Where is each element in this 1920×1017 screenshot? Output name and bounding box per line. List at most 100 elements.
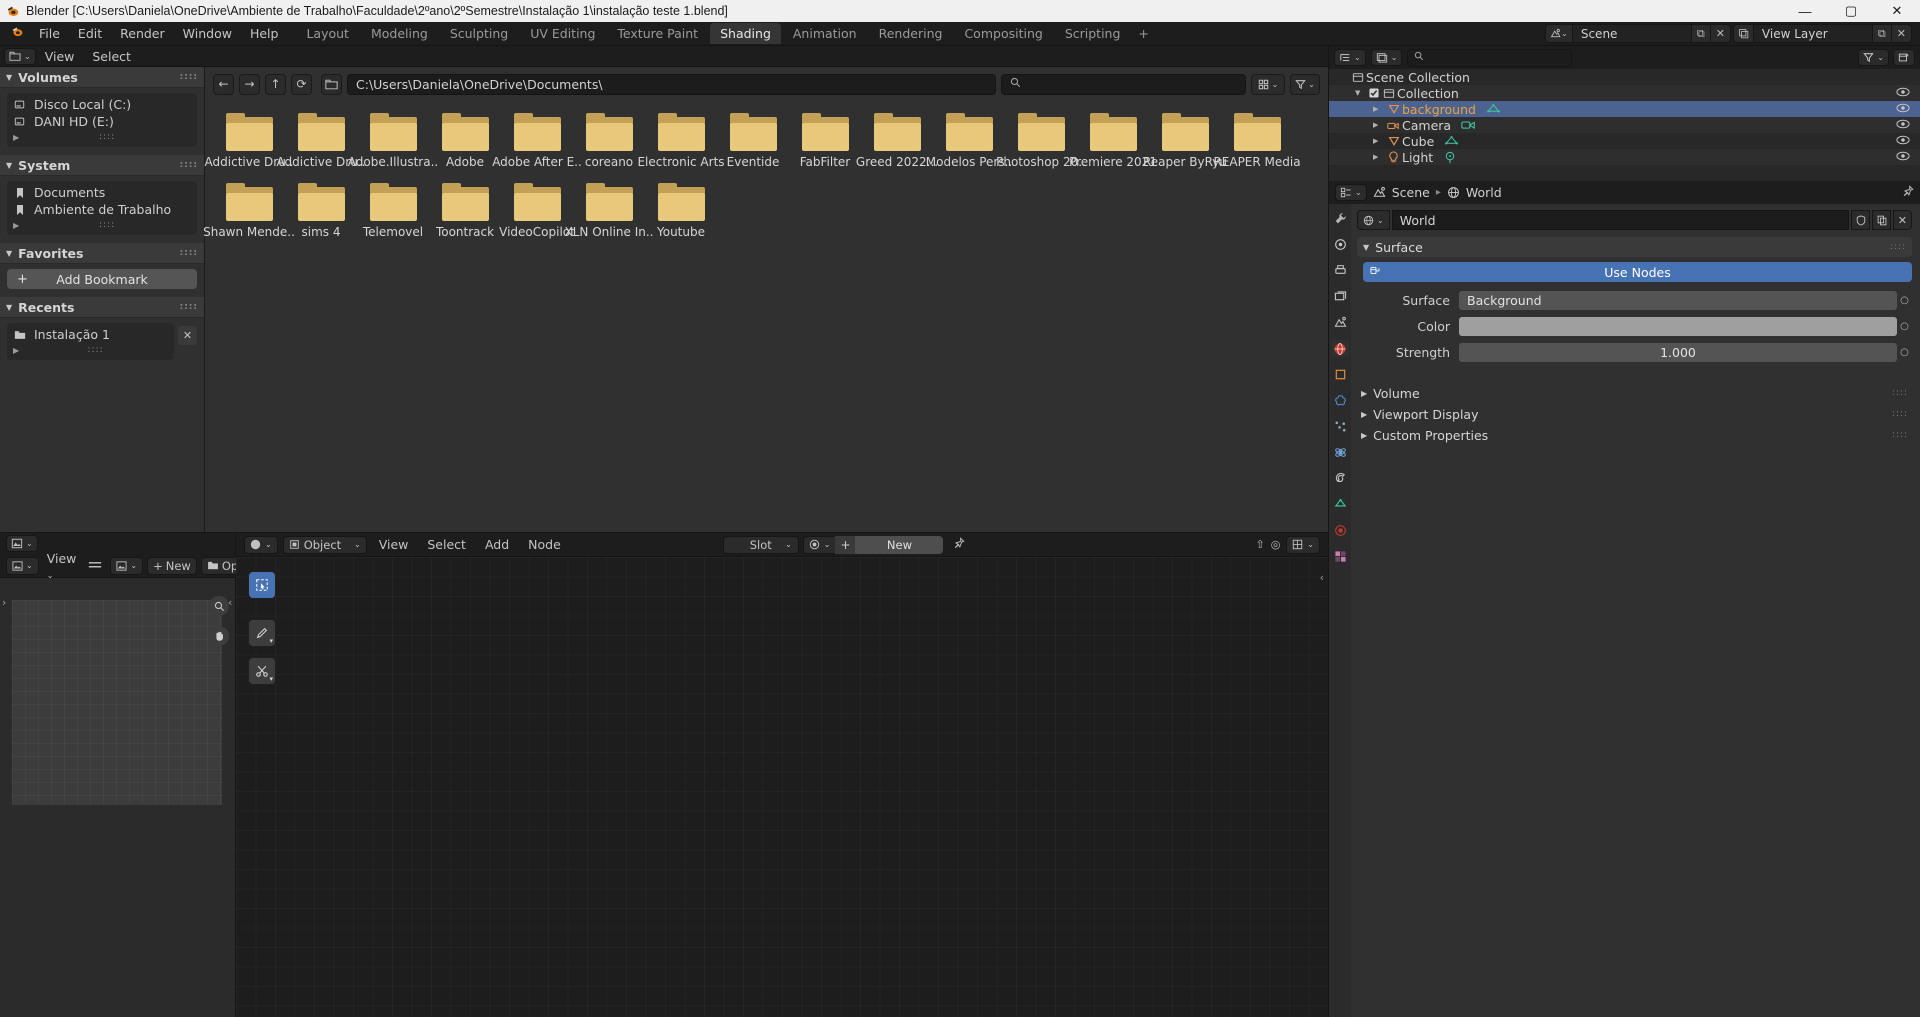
surface-panel-header[interactable]: ▼ Surface :::: — [1357, 237, 1912, 257]
blender-menu-icon[interactable] — [4, 25, 30, 42]
annotate-tool-button[interactable]: ▾ — [248, 619, 276, 647]
duplicate-icon[interactable] — [1872, 210, 1891, 230]
file-item[interactable]: Greed 2022... — [856, 113, 938, 169]
shield-icon[interactable] — [1851, 210, 1870, 230]
new-material-button[interactable]: New — [855, 535, 944, 554]
outliner-row-cube[interactable]: ▶ Cube — [1329, 133, 1920, 149]
volume-item-c[interactable]: Disco Local (C:) — [7, 96, 197, 113]
refresh-button[interactable]: ⟳ — [291, 73, 312, 95]
scene-selector[interactable]: ⌄ Scene ⧉ ✕ — [1545, 24, 1731, 43]
delete-scene-button[interactable]: ✕ — [1710, 24, 1731, 43]
physics-tab[interactable] — [1331, 444, 1349, 461]
image-sidebar-arrow[interactable]: › — [2, 596, 6, 609]
disclosure-triangle-icon[interactable]: ▶ — [1373, 153, 1385, 161]
clear-recents-button[interactable]: ✕ — [178, 326, 197, 345]
material-slot-dropdown[interactable]: Slot ⌄ — [722, 535, 799, 554]
visibility-eye-icon[interactable] — [1896, 103, 1910, 116]
file-item[interactable]: Adobe — [429, 113, 501, 169]
outliner-data-icon[interactable] — [1486, 103, 1501, 116]
filter-button[interactable]: ⌄ — [1290, 73, 1320, 95]
recents-panel-header[interactable]: ▼ Recents :::: — [0, 297, 204, 318]
visibility-eye-icon[interactable] — [1896, 151, 1910, 164]
menu-render[interactable]: Render — [111, 24, 174, 43]
outliner-data-icon[interactable] — [1444, 135, 1459, 148]
outliner-row-light[interactable]: ▶ Light — [1329, 149, 1920, 165]
modifier-tab[interactable] — [1331, 392, 1349, 409]
scene-name-field[interactable]: Scene — [1571, 24, 1692, 43]
image-editor-icon[interactable]: ⌄ — [6, 535, 38, 552]
material-tab[interactable] — [1331, 522, 1349, 539]
favorites-panel-header[interactable]: ▼ Favorites :::: — [0, 243, 204, 264]
tool-tab[interactable] — [1331, 210, 1349, 227]
material-browse-dropdown[interactable]: ⌄ — [802, 535, 836, 554]
image-sidebar-arrow-right[interactable]: ‹ — [228, 596, 232, 609]
file-item[interactable]: Adobe.Illustra.. — [348, 113, 438, 169]
file-browser-view-menu[interactable]: View — [36, 47, 84, 66]
outliner-search-input[interactable] — [1407, 48, 1573, 67]
recents-list-footer[interactable]: ▶ :::: — [7, 343, 174, 357]
close-button[interactable]: ✕ — [1874, 0, 1920, 22]
file-item[interactable]: REAPER Media — [1213, 113, 1301, 169]
file-item[interactable]: Reaper ByRyu — [1143, 113, 1227, 169]
viewlayer-tab[interactable] — [1331, 288, 1349, 305]
texture-tab[interactable] — [1331, 548, 1349, 565]
image-editor-canvas[interactable]: › ‹ — [0, 578, 235, 1017]
constraints-tab[interactable] — [1331, 470, 1349, 487]
menu-window[interactable]: Window — [174, 24, 241, 43]
workspace-tab-modeling[interactable]: Modeling — [361, 23, 438, 44]
link-cut-tool-button[interactable]: ▾ — [248, 657, 276, 685]
file-item[interactable]: XLN Online In.. — [565, 183, 654, 239]
menu-help[interactable]: Help — [241, 24, 288, 43]
shader-view-menu[interactable]: View — [372, 536, 416, 553]
workspace-tab-shading[interactable]: Shading — [710, 23, 781, 44]
color-swatch[interactable] — [1459, 317, 1897, 336]
image-browse-dropdown[interactable]: ⌄ — [110, 556, 144, 575]
scene-tab[interactable] — [1331, 314, 1349, 331]
outliner-row-scene-collection[interactable]: Scene Collection — [1329, 69, 1920, 85]
world-tab[interactable] — [1331, 340, 1349, 357]
file-item[interactable]: Eventide — [717, 113, 789, 169]
shader-select-menu[interactable]: Select — [420, 536, 473, 553]
surface-value-dropdown[interactable]: Background — [1459, 291, 1897, 310]
file-item[interactable]: Modelos Pers.. — [926, 113, 1012, 169]
add-material-button[interactable]: + — [835, 535, 856, 554]
view-layer-selector[interactable]: View Layer ⧉ ✕ — [1732, 24, 1912, 43]
workspace-tab-uv-editing[interactable]: UV Editing — [520, 23, 605, 44]
output-tab[interactable] — [1331, 262, 1349, 279]
file-item[interactable]: Telemovel — [357, 183, 429, 239]
shader-node-canvas[interactable]: ▾ ▾ ‹ — [236, 557, 1328, 1017]
overlay-icon[interactable]: ◎ — [1271, 538, 1281, 551]
volume-item-e[interactable]: DANI HD (E:) — [7, 113, 197, 130]
disclosure-triangle-icon[interactable]: ▶ — [1373, 137, 1385, 145]
viewport-display-panel-header[interactable]: ▶ Viewport Display :::: — [1357, 404, 1912, 424]
workspace-tab-rendering[interactable]: Rendering — [869, 23, 953, 44]
view-layer-name-field[interactable]: View Layer — [1752, 24, 1873, 43]
image-editor-mode-dropdown[interactable]: ⌄ — [6, 556, 39, 575]
file-item[interactable]: Youtube — [645, 183, 717, 239]
snap-icon[interactable]: ⇧ — [1255, 538, 1264, 551]
overlays-dropdown[interactable]: ⌄ — [1286, 535, 1320, 554]
outliner-filter-icon[interactable]: ⌄ — [1370, 49, 1403, 66]
new-folder-icon[interactable] — [321, 73, 342, 95]
pin-icon[interactable] — [953, 537, 966, 552]
object-tab[interactable] — [1331, 366, 1349, 383]
shader-type-dropdown[interactable]: Object ⌄ — [282, 535, 367, 554]
data-tab[interactable] — [1331, 496, 1349, 513]
animate-property-icon[interactable]: ○ — [1897, 347, 1912, 358]
breadcrumb-world[interactable]: World — [1466, 185, 1502, 200]
forward-button[interactable]: → — [239, 73, 260, 95]
strength-value-field[interactable]: 1.000 — [1459, 343, 1897, 362]
new-image-button[interactable]: + New — [147, 556, 197, 575]
search-input[interactable] — [1001, 73, 1246, 95]
world-browse-button[interactable]: ⌄ — [1357, 210, 1390, 230]
system-list-footer[interactable]: ▶ :::: — [7, 218, 197, 232]
system-panel-header[interactable]: ▼ System :::: — [0, 155, 204, 176]
file-item[interactable]: Photoshop 20.. — [996, 113, 1086, 169]
file-item[interactable]: Toontrack — [429, 183, 501, 239]
use-nodes-button[interactable]: Use Nodes — [1363, 262, 1912, 282]
file-item[interactable]: VideoCopilot — [499, 183, 575, 239]
shader-sidebar-arrow[interactable]: ‹ — [1320, 571, 1324, 584]
workspace-tab-animation[interactable]: Animation — [783, 23, 867, 44]
path-input[interactable]: C:\Users\Daniela\OneDrive\Documents\ — [347, 73, 996, 95]
file-item[interactable]: Addictive Dru.. — [277, 113, 365, 169]
